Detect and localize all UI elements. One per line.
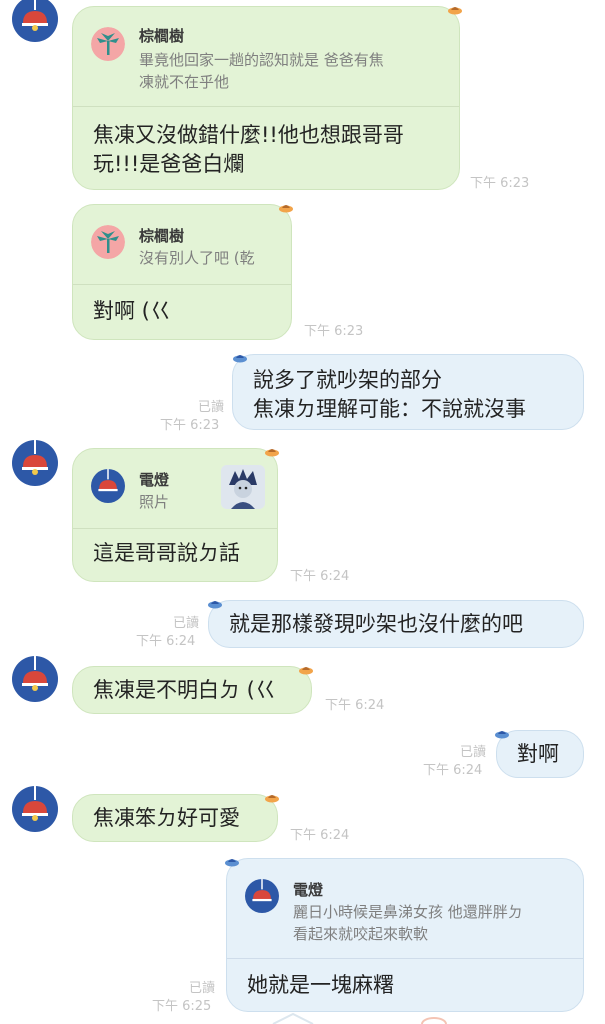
- message-text: 焦凍又沒做錯什麼!!他也想跟哥哥 玩!!!是爸爸白爛: [93, 123, 404, 176]
- palm-tree-icon: [91, 225, 125, 259]
- ufo-sticker-icon: [233, 355, 247, 363]
- ufo-sticker-icon: [279, 205, 293, 213]
- lamp-icon: [22, 440, 48, 475]
- sender-avatar[interactable]: [12, 440, 58, 486]
- message-text: 焦凍是不明白ㄉ (巜: [93, 678, 276, 702]
- partial-sticker-icon: [421, 1017, 447, 1024]
- timestamp: 下午 6:24: [423, 763, 483, 778]
- ufo-sticker-icon: [495, 731, 509, 739]
- quote-text: 麗日小時候是鼻涕女孩 他還胖胖ㄉ 看起來就咬起來軟軟: [293, 903, 523, 943]
- quote-text: 沒有別人了吧 (乾: [139, 249, 255, 267]
- palm-tree-icon: [91, 27, 125, 61]
- anime-character-image: [221, 465, 265, 509]
- message-bubble[interactable]: 電燈 照片 這是哥哥說ㄉ話: [72, 448, 278, 582]
- quote-avatar: [91, 225, 125, 259]
- ufo-sticker-icon: [448, 7, 462, 15]
- timestamp: 下午 6:25: [152, 999, 212, 1014]
- read-receipt: 已讀: [172, 616, 199, 631]
- read-receipt: 已讀: [188, 981, 215, 996]
- quoted-photo-thumbnail[interactable]: [221, 465, 265, 509]
- timestamp: 下午 6:23: [470, 176, 530, 191]
- message-text: 對啊 (巜: [93, 299, 171, 323]
- lamp-icon: [98, 469, 118, 492]
- reply-quote[interactable]: 電燈 麗日小時候是鼻涕女孩 他還胖胖ㄉ 看起來就咬起來軟軟: [227, 859, 583, 959]
- message-bubble[interactable]: 棕櫚樹 畢竟他回家一趟的認知就是 爸爸有焦 凍就不在乎他 焦凍又沒做錯什麼!!他也…: [72, 6, 460, 190]
- lamp-icon: [22, 0, 48, 31]
- timestamp: 下午 6:24: [136, 634, 196, 649]
- message-text: 對啊: [517, 742, 559, 766]
- message-text: 就是那樣發現吵架也沒什麼的吧: [229, 612, 523, 636]
- message-bubble[interactable]: 就是那樣發現吵架也沒什麼的吧: [208, 600, 584, 648]
- quote-sender-name: 棕櫚樹: [139, 27, 185, 45]
- timestamp: 下午 6:23: [160, 418, 220, 433]
- quote-sender-name: 電燈: [293, 881, 324, 899]
- ufo-sticker-icon: [299, 667, 313, 675]
- timestamp: 下午 6:24: [325, 698, 385, 713]
- message-text: 焦凍笨ㄉ好可愛: [93, 806, 240, 830]
- timestamp: 下午 6:24: [290, 569, 350, 584]
- partial-sticker-icon: [272, 1012, 314, 1024]
- quote-avatar: [91, 27, 125, 61]
- ufo-sticker-icon: [208, 601, 222, 609]
- read-receipt: 已讀: [459, 745, 486, 760]
- timestamp: 下午 6:23: [304, 324, 364, 339]
- lamp-icon: [252, 879, 272, 902]
- quote-text-line: 畢竟他回家一趟的認知就是 爸爸有焦 凍就不在乎他: [139, 51, 384, 91]
- lamp-icon: [22, 656, 48, 691]
- read-receipt: 已讀: [197, 400, 224, 415]
- message-text: 她就是一塊麻糬: [247, 973, 394, 997]
- message-bubble[interactable]: 棕櫚樹 沒有別人了吧 (乾 對啊 (巜: [72, 204, 292, 340]
- quote-avatar: [91, 469, 125, 503]
- message-text: 這是哥哥說ㄉ話: [93, 541, 240, 565]
- ufo-sticker-icon: [265, 795, 279, 803]
- ufo-sticker-icon: [225, 859, 239, 867]
- reply-quote[interactable]: 棕櫚樹 畢竟他回家一趟的認知就是 爸爸有焦 凍就不在乎他: [73, 7, 459, 107]
- timestamp: 下午 6:24: [290, 828, 350, 843]
- message-bubble[interactable]: 焦凍笨ㄉ好可愛: [72, 794, 278, 842]
- lamp-icon: [22, 786, 48, 821]
- quote-text: 照片: [139, 493, 170, 511]
- message-bubble[interactable]: 說多了就吵架的部分 焦凍ㄉ理解可能：不說就沒事: [232, 354, 584, 430]
- ufo-sticker-icon: [265, 449, 279, 457]
- sender-avatar[interactable]: [12, 0, 58, 42]
- sender-avatar[interactable]: [12, 786, 58, 832]
- quote-sender-name: 棕櫚樹: [139, 227, 185, 245]
- message-text: 說多了就吵架的部分 焦凍ㄉ理解可能：不說就沒事: [253, 368, 526, 421]
- reply-quote[interactable]: 電燈 照片: [73, 449, 277, 529]
- quote-text: 畢竟他回家一趟的認知就是 爸爸有焦 凍就不在乎他: [139, 49, 439, 93]
- message-bubble[interactable]: 焦凍是不明白ㄉ (巜: [72, 666, 312, 714]
- reply-quote[interactable]: 棕櫚樹 沒有別人了吧 (乾: [73, 205, 291, 285]
- sender-avatar[interactable]: [12, 656, 58, 702]
- quote-sender-name: 電燈: [139, 471, 170, 489]
- message-bubble[interactable]: 電燈 麗日小時候是鼻涕女孩 他還胖胖ㄉ 看起來就咬起來軟軟 她就是一塊麻糬: [226, 858, 584, 1012]
- quote-avatar: [245, 879, 279, 913]
